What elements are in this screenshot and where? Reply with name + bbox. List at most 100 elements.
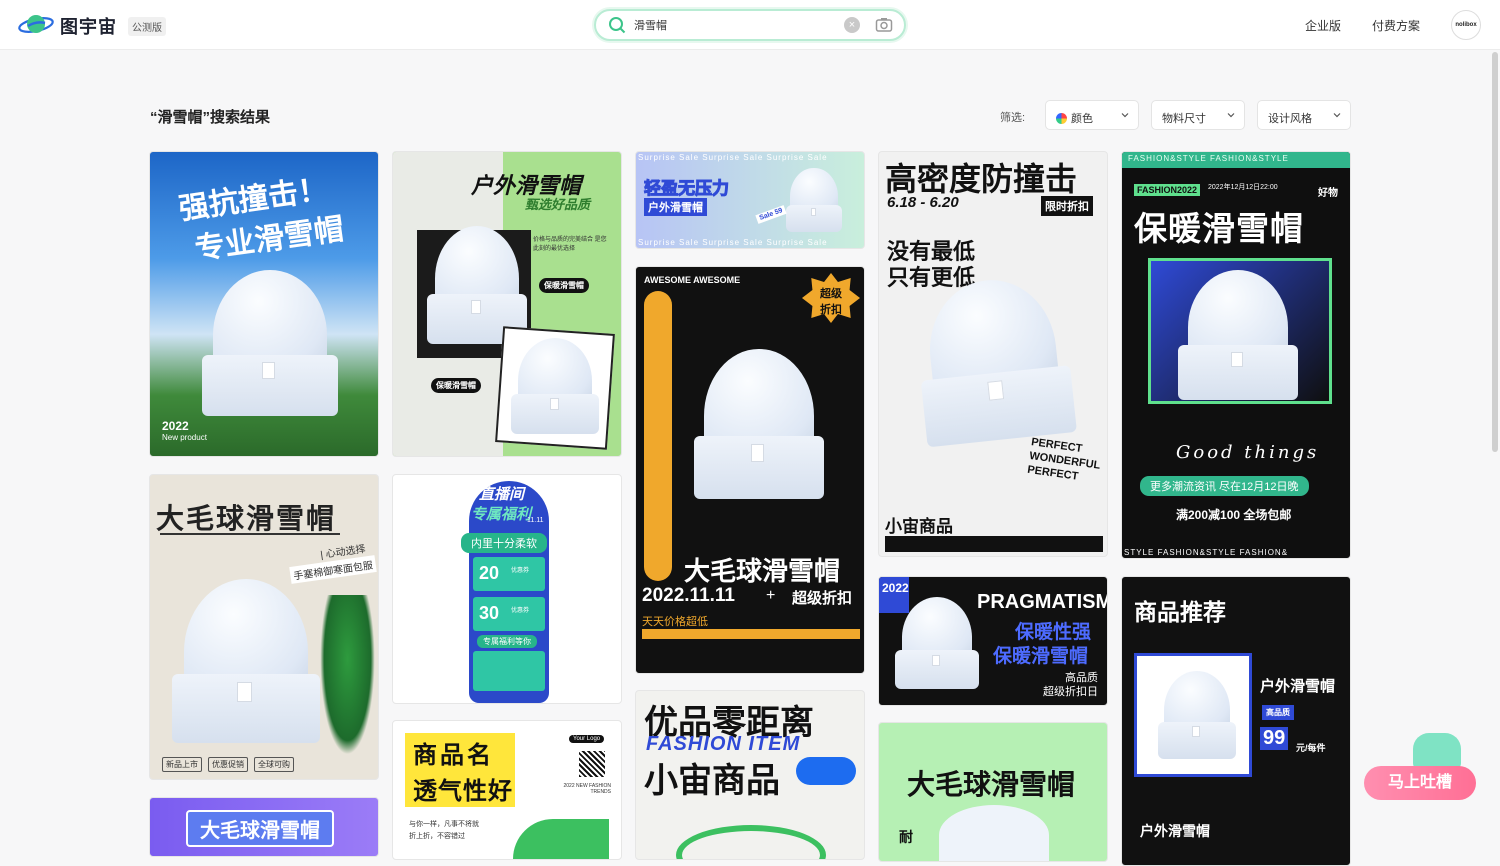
card-headline: 商品名: [413, 742, 494, 769]
card-date: 6.18 - 6.20: [887, 194, 959, 211]
card-note: 2022 NEW FASHION TRENDS: [563, 783, 611, 795]
card-description: 价格与品质的完美结合 是您此刻的最优选择: [533, 237, 607, 252]
card-subtitle: 天天价格超低: [642, 616, 708, 628]
card-note: 与你一样，凡事不将就: [409, 821, 479, 828]
banner-text: FASHION&STYLE FASHION&STYLE: [1128, 154, 1289, 163]
card-limit: 限时折扣: [1041, 196, 1093, 216]
card-promo: 更多潮流资讯 尽在12月12日晚: [1140, 476, 1309, 496]
nav-pricing-link[interactable]: 付费方案: [1372, 17, 1420, 34]
camera-icon[interactable]: [875, 16, 893, 34]
clear-icon[interactable]: ×: [844, 17, 860, 33]
template-card[interactable]: 商品名 透气性好 Your Logo 2022 NEW FASHION TREN…: [392, 720, 622, 860]
card-brand: 小宙商品: [885, 517, 953, 536]
card-badge: 高品质: [1262, 705, 1294, 720]
planet-logo-icon[interactable]: [18, 11, 54, 37]
template-card[interactable]: 强抗撞击！ 专业滑雪帽 2022 New product: [149, 151, 379, 457]
user-avatar[interactable]: nolibox: [1451, 10, 1481, 40]
card-bar: 专属福利等你: [477, 635, 537, 648]
card-perfect: PERFECT WONDERFUL PERFECT: [1026, 436, 1101, 483]
banner-text: Surprise Sale Surprise Sale Surprise Sal…: [638, 238, 828, 247]
plant-image: [320, 595, 375, 755]
card-side-text: 耐: [899, 829, 913, 845]
tag-chip: 优惠促销: [208, 757, 248, 772]
chevron-down-icon: [1333, 113, 1341, 118]
top-header: 图宇宙 公测版 × 企业版 付费方案 nolibox: [0, 0, 1500, 50]
search-input[interactable]: [634, 16, 834, 34]
size-filter-dropdown[interactable]: 物料尺寸: [1151, 100, 1245, 130]
beanie-image: [786, 168, 842, 232]
card-subheadline: 户外滑雪帽: [1140, 823, 1210, 839]
template-card[interactable]: 大毛球滑雪帽 | 心动选择 手塞棉御寒面包服 新品上市 优惠促销 全球可购: [149, 474, 379, 780]
template-card[interactable]: 优品零距离 FASHION ITEM 小宙商品: [635, 690, 865, 860]
template-card[interactable]: 高密度防撞击 6.18 - 6.20 限时折扣 没有最低 只有更低 PERFEC…: [878, 151, 1108, 557]
card-discount: 超级折扣: [792, 590, 853, 607]
coupon-label: 优惠券: [511, 608, 530, 614]
style-filter-label: 设计风格: [1268, 113, 1312, 125]
template-card[interactable]: FASHION&STYLE FASHION&STYLE FASHION2022 …: [1121, 151, 1351, 559]
card-bar: 内里十分柔软: [461, 533, 547, 553]
coupon-label: 优惠券: [511, 568, 530, 574]
card-headline: 大毛球滑雪帽: [186, 810, 334, 847]
card-date: 11.11: [527, 517, 544, 524]
card-headline: 商品推荐: [1134, 599, 1226, 625]
sale-tag: Sale 59: [755, 205, 787, 224]
card-note: 折上折，不容错过: [409, 833, 465, 840]
brand-name[interactable]: 图宇宙: [60, 13, 117, 39]
beanie-image: [694, 349, 824, 499]
card-badge: 超级折扣: [820, 288, 842, 316]
card-headline: 小宙商品: [644, 762, 780, 800]
search-box[interactable]: ×: [594, 9, 906, 41]
template-card[interactable]: AWESOME AWESOME 超级折扣 大毛球滑雪帽 2022.11.11 +…: [635, 266, 865, 674]
card-subtitle: New product: [162, 433, 207, 442]
template-card[interactable]: 大毛球滑雪帽 耐: [878, 722, 1108, 862]
beanie-image: [511, 338, 599, 434]
feedback-button[interactable]: 马上吐槽: [1364, 766, 1476, 800]
style-filter-dropdown[interactable]: 设计风格: [1257, 100, 1351, 130]
template-card[interactable]: 户外滑雪帽 甄选好品质 价格与品质的完美结合 是您此刻的最优选择 保暖滑雪帽 保…: [392, 151, 622, 457]
color-wheel-icon: [1056, 113, 1067, 124]
beanie-image: [895, 597, 979, 689]
card-subheadline: 保暖滑雪帽: [993, 646, 1089, 667]
chevron-down-icon: [1227, 113, 1235, 118]
card-date: 2022.11.11: [642, 585, 735, 606]
beanie-image: [1158, 671, 1236, 759]
size-filter-label: 物料尺寸: [1162, 113, 1206, 125]
card-unit: 元/每件: [1296, 743, 1326, 753]
color-filter-dropdown[interactable]: 颜色: [1045, 100, 1139, 130]
card-subheadline: 户外滑雪帽: [1260, 678, 1336, 695]
search-icon[interactable]: [608, 16, 626, 34]
card-year: 2022: [882, 581, 909, 595]
card-script: Good things: [1176, 442, 1320, 463]
card-note: 好物: [1318, 188, 1338, 199]
coupon-value: 30: [479, 603, 500, 623]
beanie-image: [1178, 270, 1298, 400]
card-year: 2022: [162, 419, 189, 433]
card-date: 2022年12月12日22:00: [1208, 184, 1278, 191]
card-headline: 直播间: [479, 486, 525, 503]
card-headline: 大毛球滑雪帽: [907, 769, 1076, 800]
template-card[interactable]: 2022 PRAGMATISM 保暖性强 保暖滑雪帽 高品质 超级折扣日: [878, 576, 1108, 706]
template-card[interactable]: 大毛球滑雪帽: [149, 797, 379, 857]
banner-text: STYLE FASHION&STYLE FASHION&: [1124, 548, 1289, 557]
banner-text: Surprise Sale Surprise Sale Surprise Sal…: [638, 153, 828, 162]
card-tag: FASHION2022: [1134, 184, 1201, 196]
coupon-value: 20: [479, 563, 500, 583]
template-card[interactable]: Surprise Sale Surprise Sale Surprise Sal…: [635, 151, 865, 249]
tag-chip: 新品上市: [162, 757, 202, 772]
card-subheadline: 甄选好品质: [525, 197, 591, 212]
qr-code-icon: [579, 751, 605, 777]
page-scrollbar[interactable]: [1492, 52, 1498, 452]
beanie-image: [172, 579, 320, 743]
logo-placeholder: Your Logo: [569, 735, 605, 743]
card-headline: 保暖滑雪帽: [1134, 210, 1304, 247]
beta-badge: 公测版: [128, 17, 166, 36]
card-note: 超级折扣日: [1043, 686, 1098, 698]
card-headline: 大毛球滑雪帽: [684, 556, 841, 586]
template-card[interactable]: 商品推荐 户外滑雪帽 高品质 99 元/每件 户外滑雪帽: [1121, 576, 1351, 866]
card-offer: 满200减100 全场包邮: [1176, 508, 1292, 522]
nav-enterprise-link[interactable]: 企业版: [1305, 17, 1341, 34]
card-plus: +: [766, 587, 776, 604]
card-headline: 专属福利: [471, 506, 532, 523]
color-filter-label: 颜色: [1071, 113, 1093, 125]
template-card[interactable]: 直播间 专属福利 11.11 内里十分柔软 20 优惠券 30 优惠券 专属福利…: [392, 474, 622, 704]
